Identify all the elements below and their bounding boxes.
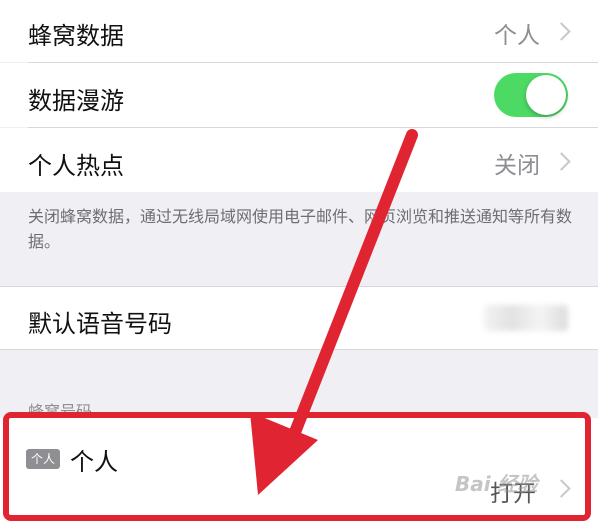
watermark: Bai 经验 [455, 472, 538, 496]
annotation-arrow-icon [250, 129, 418, 495]
